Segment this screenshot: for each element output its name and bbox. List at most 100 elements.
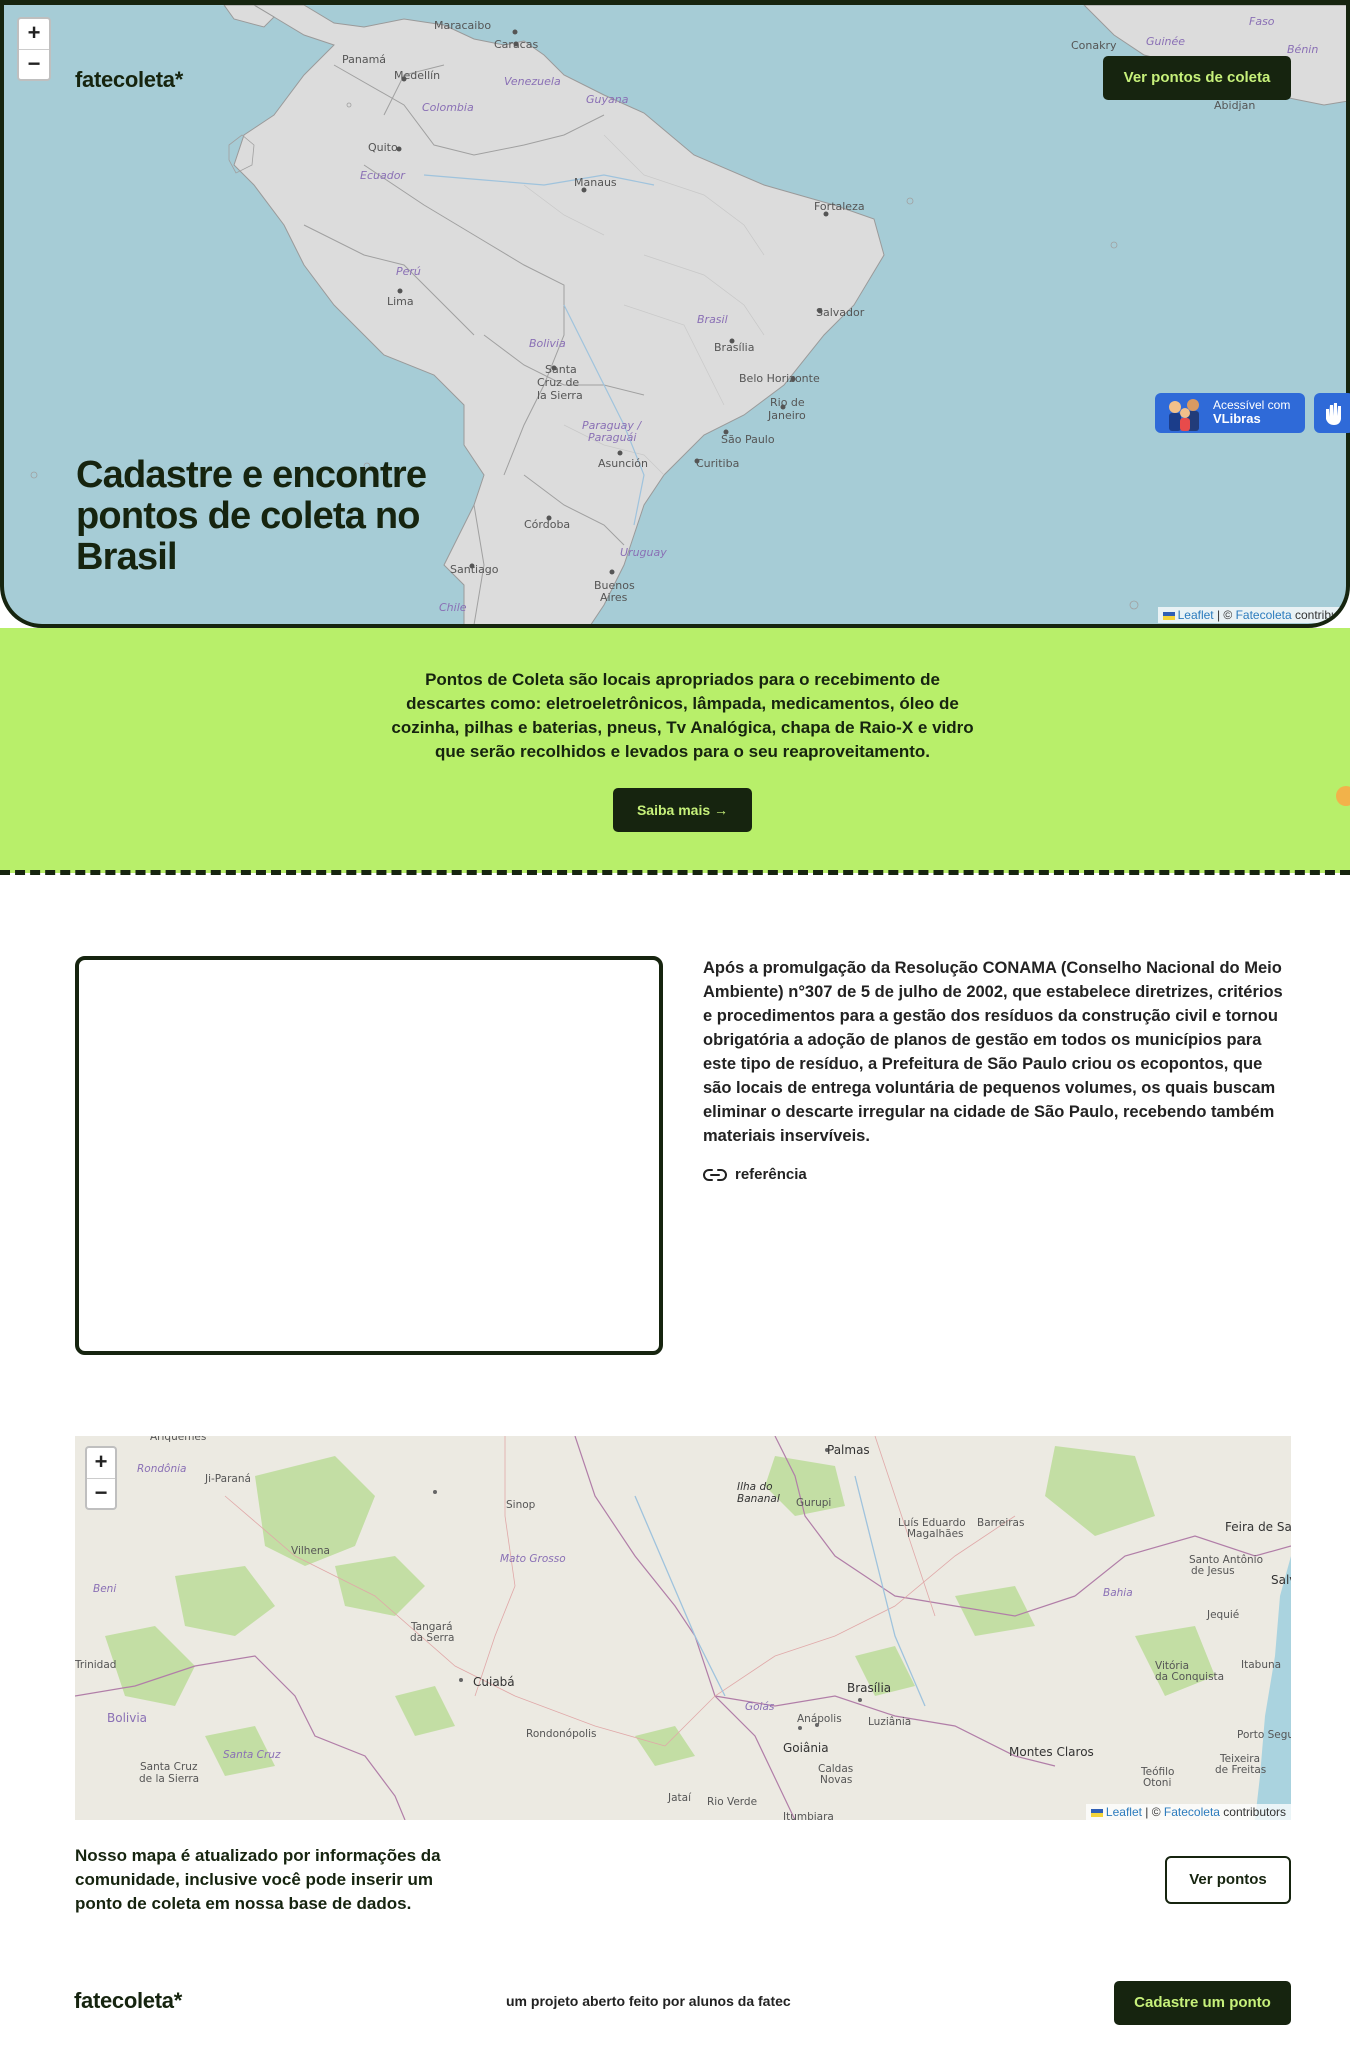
emoji-icon — [1336, 786, 1350, 806]
map-label: Lima — [387, 295, 414, 308]
learn-more-button[interactable]: Saiba mais → — [613, 788, 752, 832]
hero-title: Cadastre e encontre pontos de coleta no … — [76, 454, 427, 578]
map-label: Maracaibo — [434, 19, 491, 32]
map2-label: Sinop — [506, 1499, 536, 1511]
register-point-button[interactable]: Cadastre um ponto — [1114, 1981, 1291, 2025]
map2-label: Ariquemes — [150, 1436, 206, 1443]
map2-label: Luziânia — [868, 1716, 911, 1728]
map2-label: Magalhães — [907, 1528, 964, 1540]
map2-label: Beni — [93, 1583, 116, 1595]
collection-points-map[interactable]: Palmas Ariquemes Rondônia Ji-Paraná Ilha… — [75, 1436, 1291, 1820]
view-collection-points-button[interactable]: Ver pontos de coleta — [1103, 56, 1291, 100]
vlibras-banner[interactable]: Acessível com VLibras — [1155, 393, 1305, 433]
link-icon — [703, 1169, 727, 1182]
map-label: Panamá — [342, 53, 386, 66]
map-label: Ecuador — [360, 169, 406, 182]
map2-label: Bolivia — [107, 1711, 147, 1725]
map-label: Abidjan — [1214, 99, 1255, 112]
map2-label: Trinidad — [75, 1659, 116, 1671]
zoom-in-button[interactable]: + — [19, 19, 49, 49]
map2-label: Itumbiara — [783, 1811, 834, 1820]
collection-points-description: Pontos de Coleta são locais apropriados … — [391, 670, 974, 761]
map2-label: Vilhena — [291, 1545, 330, 1557]
map2-label: Ilha do — [737, 1481, 773, 1493]
map-label: Faso — [1249, 15, 1275, 28]
map-label: Uruguay — [620, 546, 667, 559]
map2-label: Ji-Paraná — [204, 1473, 251, 1485]
map-label: Quito — [368, 141, 398, 154]
map-label: Curitiba — [696, 457, 739, 470]
zoom-out-button[interactable]: − — [19, 49, 49, 79]
map-attribution: Leaflet | © Fatecoleta contribut — [1157, 607, 1346, 623]
map2-label: da Serra — [410, 1632, 454, 1644]
map-label: Guyana — [586, 93, 629, 106]
map2-label: de la Sierra — [139, 1773, 199, 1785]
leaflet-link[interactable]: Leaflet — [1106, 1805, 1142, 1819]
map2-label: Rondônia — [137, 1463, 186, 1475]
footer-tagline: um projeto aberto feito por alunos da fa… — [506, 1993, 791, 2009]
leaflet-link[interactable]: Leaflet — [1178, 608, 1214, 622]
map-label: Manaus — [574, 176, 617, 189]
map-label: Janeiro — [767, 409, 806, 422]
footer-brand-logo[interactable]: fatecoleta* — [74, 1988, 182, 2014]
map-label: Fortaleza — [814, 200, 865, 213]
map2-label: Goiás — [745, 1701, 775, 1713]
map-label: Conakry — [1071, 39, 1117, 52]
map-label: Chile — [439, 601, 467, 614]
map2-label: de Freitas — [1215, 1764, 1266, 1776]
vlibras-line2: VLibras — [1213, 411, 1261, 426]
map2-label: Novas — [820, 1774, 852, 1786]
map2-label: Cuiabá — [473, 1675, 515, 1689]
map-label: São Paulo — [721, 433, 775, 446]
map-label: Perú — [396, 265, 421, 278]
fatecoleta-link[interactable]: Fatecoleta — [1236, 608, 1292, 622]
ukraine-flag-icon — [1162, 611, 1175, 620]
map2-label: Anápolis — [797, 1713, 842, 1725]
map2-label: Otoni — [1143, 1777, 1171, 1789]
map-label: Guinée — [1146, 35, 1185, 48]
vlibras-hand-button[interactable] — [1314, 393, 1350, 433]
map2-label: Salv — [1271, 1573, 1291, 1587]
reference-label: referência — [735, 1166, 807, 1183]
map2-label: Bahia — [1103, 1587, 1133, 1599]
map2-label: Rondonópolis — [526, 1728, 596, 1740]
map2-label: Palmas — [827, 1443, 870, 1457]
hero-zoom-control: + − — [17, 17, 51, 81]
map2-label: Montes Claros — [1009, 1745, 1094, 1759]
map2-label: Goiânia — [783, 1741, 829, 1755]
ukraine-flag-icon — [1090, 1808, 1103, 1817]
map-label: Brasília — [714, 341, 754, 354]
map-label: Paraguái — [588, 431, 636, 444]
view-points-button[interactable]: Ver pontos — [1165, 1856, 1291, 1904]
zoom-out-button[interactable]: − — [87, 1478, 115, 1508]
fatecoleta-link[interactable]: Fatecoleta — [1164, 1805, 1220, 1819]
map-label: Cruz de — [537, 376, 579, 389]
map-label: Colombia — [422, 101, 474, 114]
map2-label: Gurupi — [796, 1497, 831, 1509]
map-label: Bolivia — [529, 337, 566, 350]
reference-link[interactable]: referência — [703, 1166, 807, 1183]
map2-label: Rio Verde — [707, 1796, 757, 1808]
map2-label: Santa Cruz — [140, 1761, 198, 1773]
map-label: Brasil — [697, 313, 728, 326]
dashed-divider — [0, 870, 1350, 875]
map2-label: Jequié — [1206, 1609, 1239, 1621]
map2-label: Santa Cruz — [223, 1749, 281, 1761]
community-text: Nosso mapa é atualizado por informações … — [75, 1846, 441, 1913]
map2-label: Feira de San — [1225, 1520, 1291, 1534]
sign-language-hand-icon — [1326, 403, 1341, 425]
map-label: Caracas — [494, 38, 538, 51]
map2-label: Barreiras — [977, 1517, 1024, 1529]
vlibras-people-icon — [1169, 399, 1199, 431]
conama-paragraph: Após a promulgação da Resolução CONAMA (… — [703, 959, 1283, 1145]
zoom-in-button[interactable]: + — [87, 1448, 115, 1478]
vlibras-line1: Acessível com — [1213, 398, 1291, 412]
brand-logo[interactable]: fatecoleta* — [75, 67, 183, 93]
map2-label: de Jesus — [1191, 1565, 1235, 1577]
hero-map-section: Maracaibo Caracas Panamá Medellín Venezu… — [0, 0, 1350, 628]
map2-attribution: Leaflet | © Fatecoleta contributors — [1085, 1804, 1291, 1820]
map2-label: Porto Segu — [1237, 1729, 1291, 1741]
media-frame[interactable] — [75, 956, 663, 1355]
map-label: Belo Horizonte — [739, 372, 820, 385]
map2-label: Jataí — [667, 1792, 692, 1804]
